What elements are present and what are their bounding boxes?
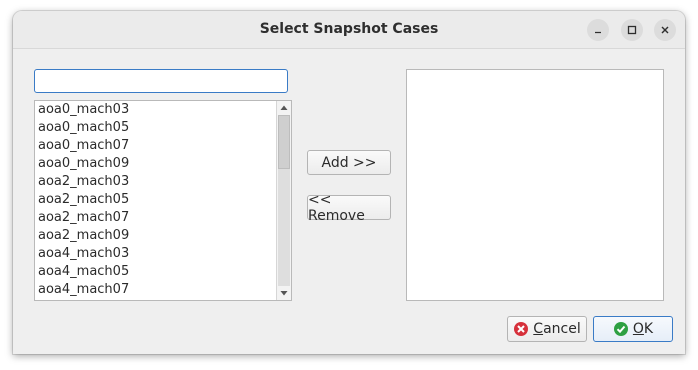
scroll-track[interactable] [278,169,290,286]
scroll-down-arrow-icon[interactable] [277,286,291,300]
list-item[interactable]: aoa0_mach09 [35,155,277,173]
list-item[interactable]: aoa0_mach05 [35,119,277,137]
minimize-button[interactable] [587,19,609,41]
list-item[interactable]: aoa0_mach07 [35,137,277,155]
list-item[interactable]: aoa2_mach07 [35,209,277,227]
available-cases-items: aoa0_mach03 aoa0_mach05 aoa0_mach07 aoa0_ma… [35,101,277,299]
maximize-button[interactable] [621,19,643,41]
window-title: Select Snapshot Cases [259,21,439,37]
scroll-thumb[interactable] [278,115,290,169]
remove-button-label: << Remove [308,191,365,224]
title-bar[interactable]: Select Snapshot Cases [13,11,685,49]
list-item[interactable]: aoa2_mach09 [35,227,277,245]
add-button[interactable]: Add >> [307,150,391,175]
selected-cases-list[interactable] [406,69,664,301]
list-item[interactable]: aoa4_mach05 [35,263,277,281]
cancel-button[interactable]: Cancel [507,316,587,342]
screen-background: Select Snapshot Cases aoa0_mach03 aoa0_m… [0,0,698,370]
maximize-icon [627,25,637,35]
list-item[interactable]: aoa4_mach03 [35,245,277,263]
available-list-scrollbar[interactable] [276,101,291,300]
dialog-window: Select Snapshot Cases aoa0_mach03 aoa0_m… [13,11,685,354]
cancel-icon [514,322,529,336]
close-button[interactable] [654,19,676,41]
ok-button[interactable]: OK [593,316,673,342]
checkmark-icon [613,322,628,336]
list-item[interactable]: aoa4_mach07 [35,281,277,299]
remove-button[interactable]: << Remove [307,192,391,224]
minimize-icon [595,31,601,34]
available-cases-list[interactable]: aoa0_mach03 aoa0_mach05 aoa0_mach07 aoa0_ma… [34,100,292,301]
list-item[interactable]: aoa2_mach03 [35,173,277,191]
ok-button-label: OK [632,321,654,337]
list-item[interactable]: aoa2_mach05 [35,191,277,209]
list-item[interactable]: aoa0_mach03 [35,101,277,119]
search-input[interactable] [34,69,288,93]
add-button-label: Add >> [321,154,377,171]
cancel-button-label: Cancel [533,321,581,337]
close-icon [661,26,669,34]
scroll-up-arrow-icon[interactable] [277,101,291,115]
